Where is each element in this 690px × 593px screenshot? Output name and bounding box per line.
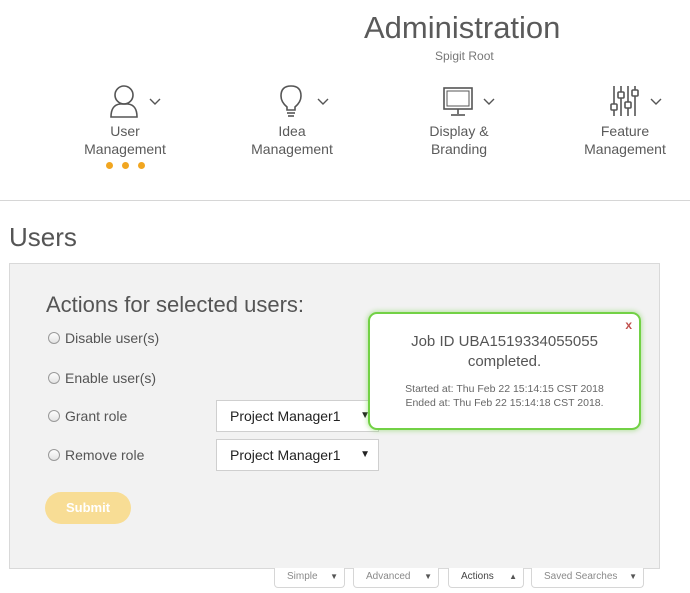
job-status-text: completed. — [467, 353, 542, 370]
monitor-icon — [443, 87, 473, 116]
tab-simple[interactable]: Simple ▼ — [274, 568, 345, 588]
caret-down-icon: ▼ — [330, 572, 338, 581]
enable-users-label: Enable user(s) — [65, 370, 157, 386]
disable-users-radio[interactable] — [48, 332, 60, 344]
remove-role-value: Project Manager1 — [230, 447, 341, 463]
tab-advanced-label: Advanced — [366, 571, 411, 582]
dropdown-arrow-icon: ▼ — [360, 449, 370, 460]
nav-label-line2: Management — [251, 141, 333, 157]
nav-label-line2: Branding — [430, 141, 488, 157]
disable-users-option[interactable]: Disable user(s) — [48, 330, 159, 346]
chevron-down-icon[interactable] — [317, 98, 329, 106]
remove-role-radio[interactable] — [48, 449, 60, 461]
page-header-title: Administration — [364, 10, 561, 45]
disable-users-label: Disable user(s) — [65, 330, 160, 346]
nav-idea-management[interactable]: Idea Management — [227, 84, 357, 158]
page-header-subtitle: Spigit Root — [435, 49, 494, 63]
user-icon — [110, 85, 138, 118]
chevron-down-icon[interactable] — [483, 98, 495, 106]
enable-users-option[interactable]: Enable user(s) — [48, 370, 156, 386]
tab-actions-label: Actions — [461, 571, 494, 582]
nav-user-management[interactable]: User Management — [60, 84, 190, 169]
caret-up-icon: ▲ — [509, 572, 517, 581]
caret-down-icon: ▼ — [629, 572, 637, 581]
nav-label-line2: Management — [84, 141, 166, 157]
nav-display-branding[interactable]: Display & Branding — [394, 84, 524, 158]
tab-saved-searches[interactable]: Saved Searches ▼ — [531, 568, 644, 588]
tab-saved-searches-label: Saved Searches — [544, 571, 618, 582]
remove-role-select[interactable]: Project Manager1 ▼ — [216, 439, 379, 471]
remove-role-label: Remove role — [65, 447, 145, 463]
job-completed-notification: x Job ID UBA1519334055055 completed. Sta… — [368, 312, 641, 430]
ended-at-text: Ended at: Thu Feb 22 15:14:18 CST 2018. — [405, 397, 604, 409]
page-title: Users — [9, 222, 77, 252]
nav-label-line1: Idea — [278, 123, 306, 139]
grant-role-radio[interactable] — [48, 410, 60, 422]
sliders-icon — [610, 86, 639, 116]
active-indicator-dots — [60, 162, 190, 169]
chevron-down-icon[interactable] — [149, 98, 161, 106]
caret-down-icon: ▼ — [424, 572, 432, 581]
tab-actions[interactable]: Actions ▲ — [448, 568, 524, 588]
notification-times: Started at: Thu Feb 22 15:14:15 CST 2018… — [370, 382, 639, 410]
remove-role-option[interactable]: Remove role — [48, 447, 144, 463]
notification-message: Job ID UBA1519334055055 completed. — [370, 332, 639, 372]
grant-role-value: Project Manager1 — [230, 408, 341, 424]
nav-label-line1: Display & — [429, 123, 489, 139]
close-icon[interactable]: x — [625, 318, 632, 332]
job-id-text: Job ID UBA1519334055055 — [411, 333, 598, 350]
tab-simple-label: Simple — [287, 571, 318, 582]
grant-role-option[interactable]: Grant role — [48, 408, 127, 424]
actions-title: Actions for selected users: — [46, 292, 305, 317]
nav-feature-management[interactable]: Feature Management — [560, 84, 690, 158]
grant-role-select[interactable]: Project Manager1 ▼ — [216, 400, 379, 432]
enable-users-radio[interactable] — [48, 372, 60, 384]
grant-role-label: Grant role — [65, 408, 128, 424]
submit-button[interactable]: Submit — [45, 492, 131, 524]
nav-label-line1: Feature — [600, 123, 650, 139]
nav-label-line1: User — [110, 123, 140, 139]
chevron-down-icon[interactable] — [650, 98, 662, 106]
admin-header: Administration Spigit Root User Manageme… — [0, 0, 690, 201]
started-at-text: Started at: Thu Feb 22 15:14:15 CST 2018 — [405, 383, 604, 395]
tab-advanced[interactable]: Advanced ▼ — [353, 568, 439, 588]
nav-label-line2: Management — [584, 141, 666, 157]
lightbulb-icon — [280, 85, 302, 117]
